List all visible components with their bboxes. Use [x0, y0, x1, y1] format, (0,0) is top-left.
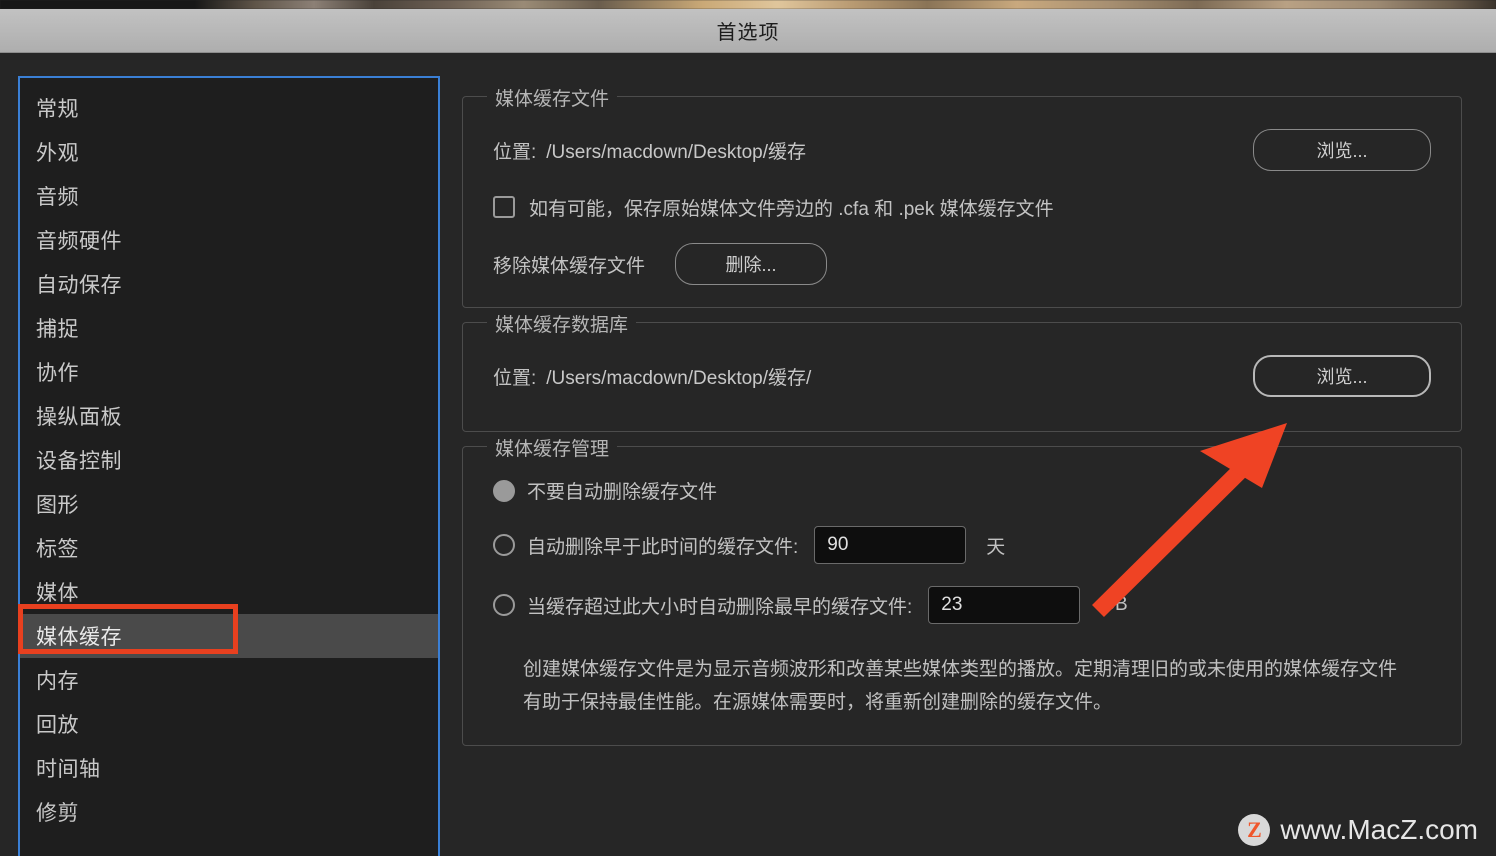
sidebar-item-appearance[interactable]: 外观: [20, 130, 438, 174]
window-title: 首选项: [716, 22, 780, 44]
cache-max-age-days-input[interactable]: [814, 526, 967, 564]
sidebar-item-capture[interactable]: 捕捉: [20, 306, 438, 350]
sidebar-item-device-control[interactable]: 设备控制: [20, 438, 438, 482]
group-legend-media-cache-database: 媒体缓存数据库: [487, 310, 637, 337]
macz-logo-icon: Z: [1238, 814, 1271, 846]
sidebar-item-label: 时间轴: [36, 758, 101, 781]
media-cache-files-group: 媒体缓存文件 位置: /Users/macdown/Desktop/缓存 浏览.…: [462, 84, 1462, 308]
sidebar-item-general[interactable]: 常规: [20, 86, 438, 130]
radio-never-delete-label: 不要自动删除缓存文件: [527, 482, 718, 503]
sidebar-item-label: 音频: [36, 186, 79, 209]
sidebar-item-label: 媒体缓存: [36, 626, 122, 649]
watermark-text: www.MacZ.com: [1280, 814, 1478, 845]
delete-cache-files-button[interactable]: 删除...: [675, 243, 828, 285]
media-cache-management-group: 媒体缓存管理 不要自动删除缓存文件 自动删除早于此时间的缓存文件: 天 当缓存超…: [462, 434, 1462, 747]
group-legend-media-cache-management: 媒体缓存管理: [487, 434, 618, 461]
cache-max-size-unit-label: GB: [1100, 594, 1128, 615]
sidebar-item-audio[interactable]: 音频: [20, 174, 438, 218]
radio-never-delete[interactable]: [493, 479, 515, 502]
sidebar-item-graphics[interactable]: 图形: [20, 482, 438, 526]
sidebar-item-audio-hardware[interactable]: 音频硬件: [20, 218, 438, 262]
sidebar-item-labels[interactable]: 标签: [20, 526, 438, 570]
sidebar-item-label: 音频硬件: [36, 230, 122, 253]
remove-cache-files-row: 移除媒体缓存文件 删除...: [493, 243, 1431, 285]
cache-files-location-label: 位置:: [493, 141, 537, 163]
cache-max-age-unit-label: 天: [986, 536, 1006, 558]
save-beside-originals-label: 如有可能，保存原始媒体文件旁边的 .cfa 和 .pek 媒体缓存文件: [529, 198, 1054, 220]
cache-max-size-gb-input[interactable]: [928, 586, 1081, 624]
cache-database-location-label: 位置:: [493, 367, 537, 389]
cache-files-location-row: 位置: /Users/macdown/Desktop/缓存 浏览...: [493, 129, 1431, 171]
radio-row-never-delete[interactable]: 不要自动删除缓存文件: [493, 477, 1437, 504]
browse-cache-database-button[interactable]: 浏览...: [1253, 355, 1431, 397]
watermark: Z www.MacZ.com: [1238, 814, 1478, 846]
preferences-category-list[interactable]: 常规 外观 音频 音频硬件 自动保存 捕捉 协作 操纵面板 设备控制 图形 标签…: [18, 76, 440, 856]
sidebar-item-label: 操纵面板: [36, 406, 122, 429]
sidebar-item-label: 协作: [36, 362, 79, 385]
radio-delete-when-exceeds-size[interactable]: [493, 594, 515, 616]
sidebar-item-control-surface[interactable]: 操纵面板: [20, 394, 438, 438]
sidebar-item-playback[interactable]: 回放: [20, 702, 438, 746]
sidebar-item-label: 设备控制: [36, 450, 122, 473]
desktop-background-strip: [0, 0, 1496, 9]
preferences-window: 首选项 常规 外观 音频 音频硬件 自动保存 捕捉 协作 操纵面板 设备控制 图…: [0, 0, 1496, 856]
remove-cache-files-label: 移除媒体缓存文件: [493, 255, 646, 277]
sidebar-item-label: 捕捉: [36, 318, 79, 341]
radio-row-delete-older-than[interactable]: 自动删除早于此时间的缓存文件: 天: [493, 526, 1437, 564]
sidebar-item-trim[interactable]: 修剪: [20, 790, 438, 834]
sidebar-item-collaboration[interactable]: 协作: [20, 350, 438, 394]
save-beside-originals-checkbox[interactable]: [493, 196, 515, 218]
window-titlebar: 首选项: [0, 9, 1496, 53]
sidebar-item-label: 外观: [36, 142, 79, 165]
media-cache-description: 创建媒体缓存文件是为显示音频波形和改善某些媒体类型的播放。定期清理旧的或未使用的…: [523, 659, 1398, 713]
sidebar-item-label: 媒体: [36, 582, 79, 605]
cache-files-location-value: /Users/macdown/Desktop/缓存: [546, 141, 807, 163]
media-cache-settings-panel: 媒体缓存文件 位置: /Users/macdown/Desktop/缓存 浏览.…: [462, 84, 1462, 842]
sidebar-item-label: 图形: [36, 494, 79, 517]
sidebar-item-label: 标签: [36, 538, 79, 561]
radio-delete-older-than[interactable]: [493, 534, 515, 556]
sidebar-item-media-cache[interactable]: 媒体缓存: [20, 614, 438, 658]
sidebar-item-media[interactable]: 媒体: [20, 570, 438, 614]
group-legend-media-cache-files: 媒体缓存文件: [487, 84, 618, 111]
radio-delete-older-than-label: 自动删除早于此时间的缓存文件:: [527, 536, 799, 558]
browse-cache-files-button[interactable]: 浏览...: [1253, 129, 1431, 171]
media-cache-database-group: 媒体缓存数据库 位置: /Users/macdown/Desktop/缓存/ 浏…: [462, 310, 1462, 432]
sidebar-item-label: 回放: [36, 714, 79, 737]
save-beside-originals-row[interactable]: 如有可能，保存原始媒体文件旁边的 .cfa 和 .pek 媒体缓存文件: [493, 187, 1431, 227]
sidebar-item-label: 自动保存: [36, 274, 122, 297]
cache-database-location-row: 位置: /Users/macdown/Desktop/缓存/ 浏览...: [493, 355, 1431, 397]
sidebar-item-auto-save[interactable]: 自动保存: [20, 262, 438, 306]
sidebar-item-label: 修剪: [36, 802, 79, 825]
cache-database-location-value: /Users/macdown/Desktop/缓存/: [546, 367, 812, 389]
sidebar-item-timeline[interactable]: 时间轴: [20, 746, 438, 790]
radio-row-delete-when-exceeds-size[interactable]: 当缓存超过此大小时自动删除最早的缓存文件: GB: [493, 586, 1437, 624]
sidebar-item-label: 常规: [36, 98, 79, 121]
radio-delete-when-exceeds-size-label: 当缓存超过此大小时自动删除最早的缓存文件:: [527, 596, 913, 618]
sidebar-item-label: 内存: [36, 670, 79, 693]
sidebar-item-memory[interactable]: 内存: [20, 658, 438, 702]
